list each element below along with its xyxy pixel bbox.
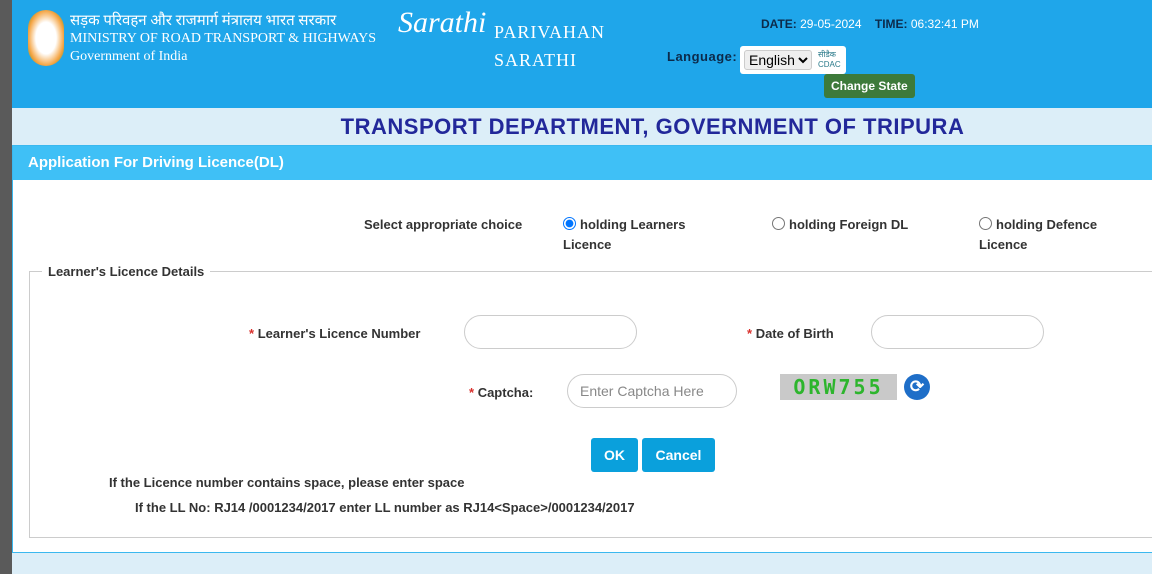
- radio-label: holding Defence: [996, 217, 1098, 232]
- site-header: सड़क परिवहन और राजमार्ग मंत्रालय भारत सर…: [12, 0, 1152, 108]
- radio-learners-licence[interactable]: holding Learners Licence: [563, 215, 685, 255]
- parivahan-label: PARIVAHAN: [494, 22, 606, 42]
- time-label: TIME:: [874, 17, 908, 31]
- government-text: Government of India: [70, 49, 188, 64]
- ll-number-label: * Learner's Licence Number: [249, 326, 421, 341]
- sarathi-logo: Sarathi: [398, 6, 487, 39]
- radio-input[interactable]: [772, 217, 785, 230]
- language-label: Language:: [667, 49, 738, 64]
- captcha-label: * Captcha:: [469, 385, 534, 400]
- department-title: TRANSPORT DEPARTMENT, GOVERNMENT OF TRIP…: [340, 114, 965, 139]
- language-select[interactable]: English: [744, 50, 812, 70]
- radio-label: holding Learners: [580, 217, 686, 232]
- captcha-input[interactable]: [567, 374, 737, 408]
- dob-input[interactable]: [871, 315, 1044, 349]
- ll-format-example: If the LL No: RJ14 /0001234/2017 enter L…: [135, 500, 635, 515]
- ministry-block: सड़क परिवहन और राजमार्ग मंत्रालय भारत सर…: [70, 12, 376, 66]
- change-state-button[interactable]: Change State: [824, 74, 915, 98]
- panel-title: Application For Driving Licence(DL): [13, 146, 1152, 180]
- radio-input[interactable]: [979, 217, 992, 230]
- ok-button[interactable]: OK: [591, 438, 638, 472]
- ministry-hindi: सड़क परिवहन और राजमार्ग मंत्रालय भारत सर…: [70, 13, 337, 29]
- radio-input[interactable]: [563, 217, 576, 230]
- date-label: DATE:: [761, 17, 797, 31]
- ll-number-input[interactable]: [464, 315, 637, 349]
- cdac-logo: सीडैक CDAC: [818, 50, 841, 69]
- space-note: If the Licence number contains space, pl…: [109, 475, 465, 490]
- window-edge: [0, 0, 12, 574]
- captcha-image: ORW755: [780, 374, 897, 400]
- sarathi-label: SARATHI: [494, 50, 578, 70]
- date-value: 29-05-2024: [800, 17, 862, 31]
- radio-foreign-dl[interactable]: holding Foreign DL: [772, 215, 908, 235]
- radio-label: Licence: [979, 237, 1028, 252]
- national-emblem-logo: [28, 10, 64, 66]
- time-value: 06:32:41 PM: [910, 17, 979, 31]
- radio-defence-licence[interactable]: holding Defence Licence: [979, 215, 1097, 255]
- radio-label: Licence: [563, 237, 612, 252]
- language-box: English सीडैक CDAC: [740, 46, 846, 74]
- cancel-button[interactable]: Cancel: [642, 438, 715, 472]
- choice-label: Select appropriate choice: [364, 217, 523, 232]
- ministry-english: MINISTRY OF ROAD TRANSPORT & HIGHWAYS: [70, 31, 377, 46]
- refresh-captcha-icon[interactable]: ⟳: [904, 374, 930, 400]
- dob-label: * Date of Birth: [747, 326, 834, 341]
- datetime: DATE: 29-05-2024 TIME: 06:32:41 PM: [761, 17, 979, 31]
- radio-label: holding Foreign DL: [789, 217, 909, 232]
- fieldset-legend: Learner's Licence Details: [48, 264, 205, 279]
- dl-application-panel: Application For Driving Licence(DL) Sele…: [12, 145, 1152, 553]
- parivahan-sarathi-text: PARIVAHAN SARATHI: [494, 18, 605, 74]
